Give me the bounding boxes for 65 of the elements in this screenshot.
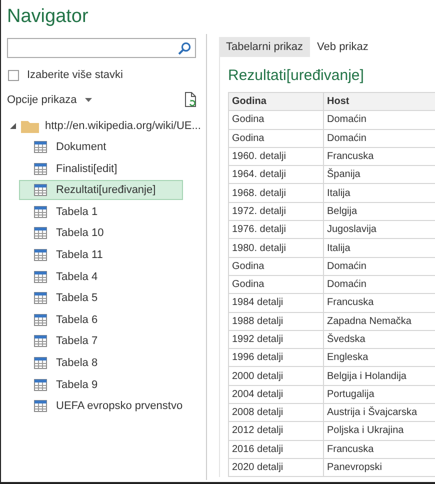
tree-item[interactable]: Finalisti[edit] (19, 158, 183, 179)
tree-item[interactable]: Tabela 7 (19, 331, 183, 352)
table-cell: 2000 detalji (228, 366, 324, 386)
caret-icon (84, 98, 92, 102)
checkbox[interactable] (8, 70, 19, 80)
tree-item[interactable]: Tabela 1 (19, 202, 183, 222)
table-icon (34, 400, 47, 412)
table-icon (34, 270, 47, 283)
refresh-button[interactable] (184, 92, 197, 108)
preview-title: Rezultati[uređivanje] (228, 66, 364, 86)
tree-item[interactable]: http://en.wikipedia.org/wiki/UE... (45, 120, 201, 132)
table-cell: 1960. detalji (228, 147, 324, 166)
table-cell: 2008 detalji (228, 404, 324, 422)
column-header[interactable]: Host (324, 92, 435, 111)
table-cell: 2004 detalji (228, 385, 324, 404)
tree-item[interactable]: Tabela 11 (19, 244, 183, 265)
search-icon (178, 42, 191, 54)
table-cell: Godina (228, 110, 324, 130)
tree-item[interactable]: Tabela 4 (19, 266, 183, 287)
search-field[interactable] (7, 38, 196, 58)
window-title: Navigator (7, 5, 88, 29)
table-cell: 1996 detalji (228, 348, 324, 367)
table-cell: Godina (228, 275, 324, 294)
table-icon (34, 184, 47, 196)
table-cell: 2012 detalji (228, 422, 324, 440)
table-icon (34, 314, 47, 326)
table-cell: 1992 detalji (228, 330, 324, 349)
table-cell: Godina (228, 257, 324, 276)
table-cell: 1976. detalji (228, 220, 324, 239)
table-cell: Švedska (324, 330, 435, 349)
tree-item[interactable]: Tabela 10 (19, 223, 183, 244)
table-cell: 1980. detalji (228, 238, 324, 258)
table-icon (34, 141, 47, 153)
column-header[interactable]: Godina (228, 92, 324, 111)
tree-item[interactable]: Dokument (19, 137, 183, 157)
table-icon (34, 378, 47, 391)
tree-item[interactable]: Rezultati[uređivanje] (19, 180, 183, 200)
table-icon (34, 248, 47, 261)
tree-item[interactable]: Tabela 8 (19, 352, 183, 373)
table-icon (34, 356, 47, 369)
table-cell: 1988 detalji (228, 312, 324, 330)
tree-item[interactable]: Tabela 5 (19, 288, 183, 308)
tree-item[interactable]: Tabela 6 (19, 310, 183, 330)
view-options-dropdown[interactable]: Opcije prikaza (7, 94, 92, 106)
table-icon (34, 335, 47, 348)
table-cell: Španija (324, 166, 435, 184)
collapse-toggle[interactable] (10, 123, 16, 129)
tree-item[interactable]: Tabela 9 (19, 374, 183, 395)
tab[interactable]: Tabelarni prikaz (219, 37, 310, 57)
folder-icon (21, 119, 39, 133)
table-cell: 2016 detalji (228, 440, 324, 458)
table-icon (34, 292, 47, 304)
checkbox-label: Izaberite više stavki (27, 69, 123, 81)
table-cell: Godina (228, 129, 324, 148)
table-cell: 1964. detalji (228, 166, 324, 184)
tree-item[interactable]: UEFA evropsko prvenstvo (19, 396, 183, 416)
table-cell: Austrija i Švajcarska (324, 404, 435, 422)
table-cell: 2020 detalji (228, 458, 324, 477)
table-icon (34, 227, 47, 240)
table-icon (34, 162, 47, 175)
table-cell: 1968. detalji (228, 184, 324, 202)
table-icon (34, 206, 47, 218)
table-cell: 1972. detalji (228, 202, 324, 221)
tab[interactable]: Veb prikaz (310, 37, 376, 57)
table-cell: 1984 detalji (228, 294, 324, 312)
